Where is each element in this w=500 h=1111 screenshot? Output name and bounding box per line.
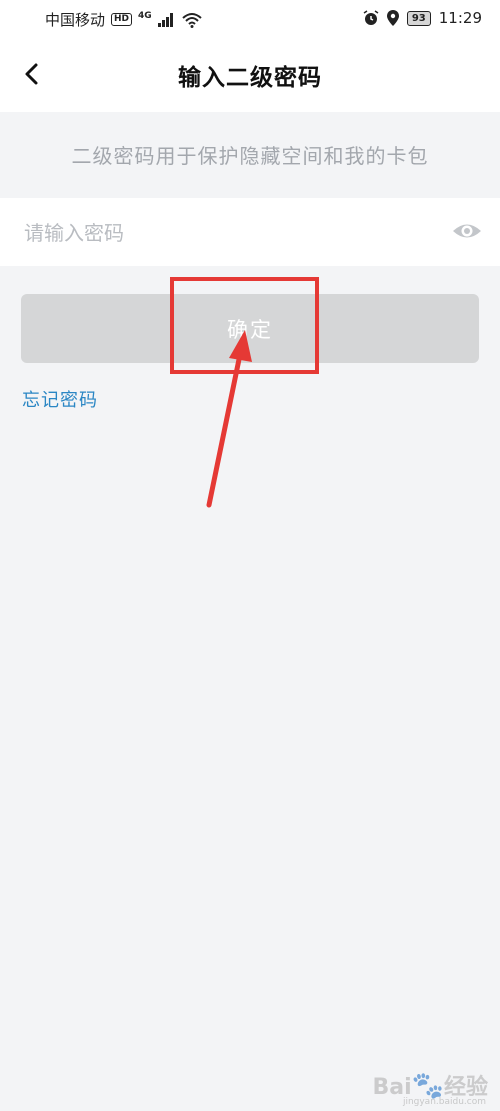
wifi-icon (182, 12, 202, 28)
password-row (0, 198, 500, 268)
page-title: 输入二级密码 (178, 65, 322, 91)
hd-badge: HD (111, 13, 133, 26)
annotation-highlight-box (170, 277, 319, 374)
alarm-icon (363, 10, 379, 25)
status-right: 93 11:29 (363, 9, 482, 27)
password-input[interactable] (22, 198, 426, 268)
forgot-password-link[interactable]: 忘记密码 (22, 386, 98, 412)
show-password-toggle[interactable] (452, 218, 482, 244)
carrier-label: 中国移动 (45, 11, 106, 29)
clock: 11:29 (438, 9, 482, 27)
eye-icon (453, 224, 481, 238)
status-bar: 中国移动 HD 4G 93 11:29 (0, 0, 500, 36)
hint-text: 二级密码用于保护隐藏空间和我的卡包 (71, 144, 429, 168)
battery-indicator: 93 (406, 10, 431, 26)
watermark-url: jingyan.baidu.com (402, 1097, 486, 1107)
network-label: 4G (138, 10, 152, 21)
status-left: 中国移动 HD 4G (45, 9, 202, 30)
signal-icon (157, 12, 173, 27)
location-icon (386, 10, 399, 26)
app-header: 输入二级密码 (0, 36, 500, 112)
